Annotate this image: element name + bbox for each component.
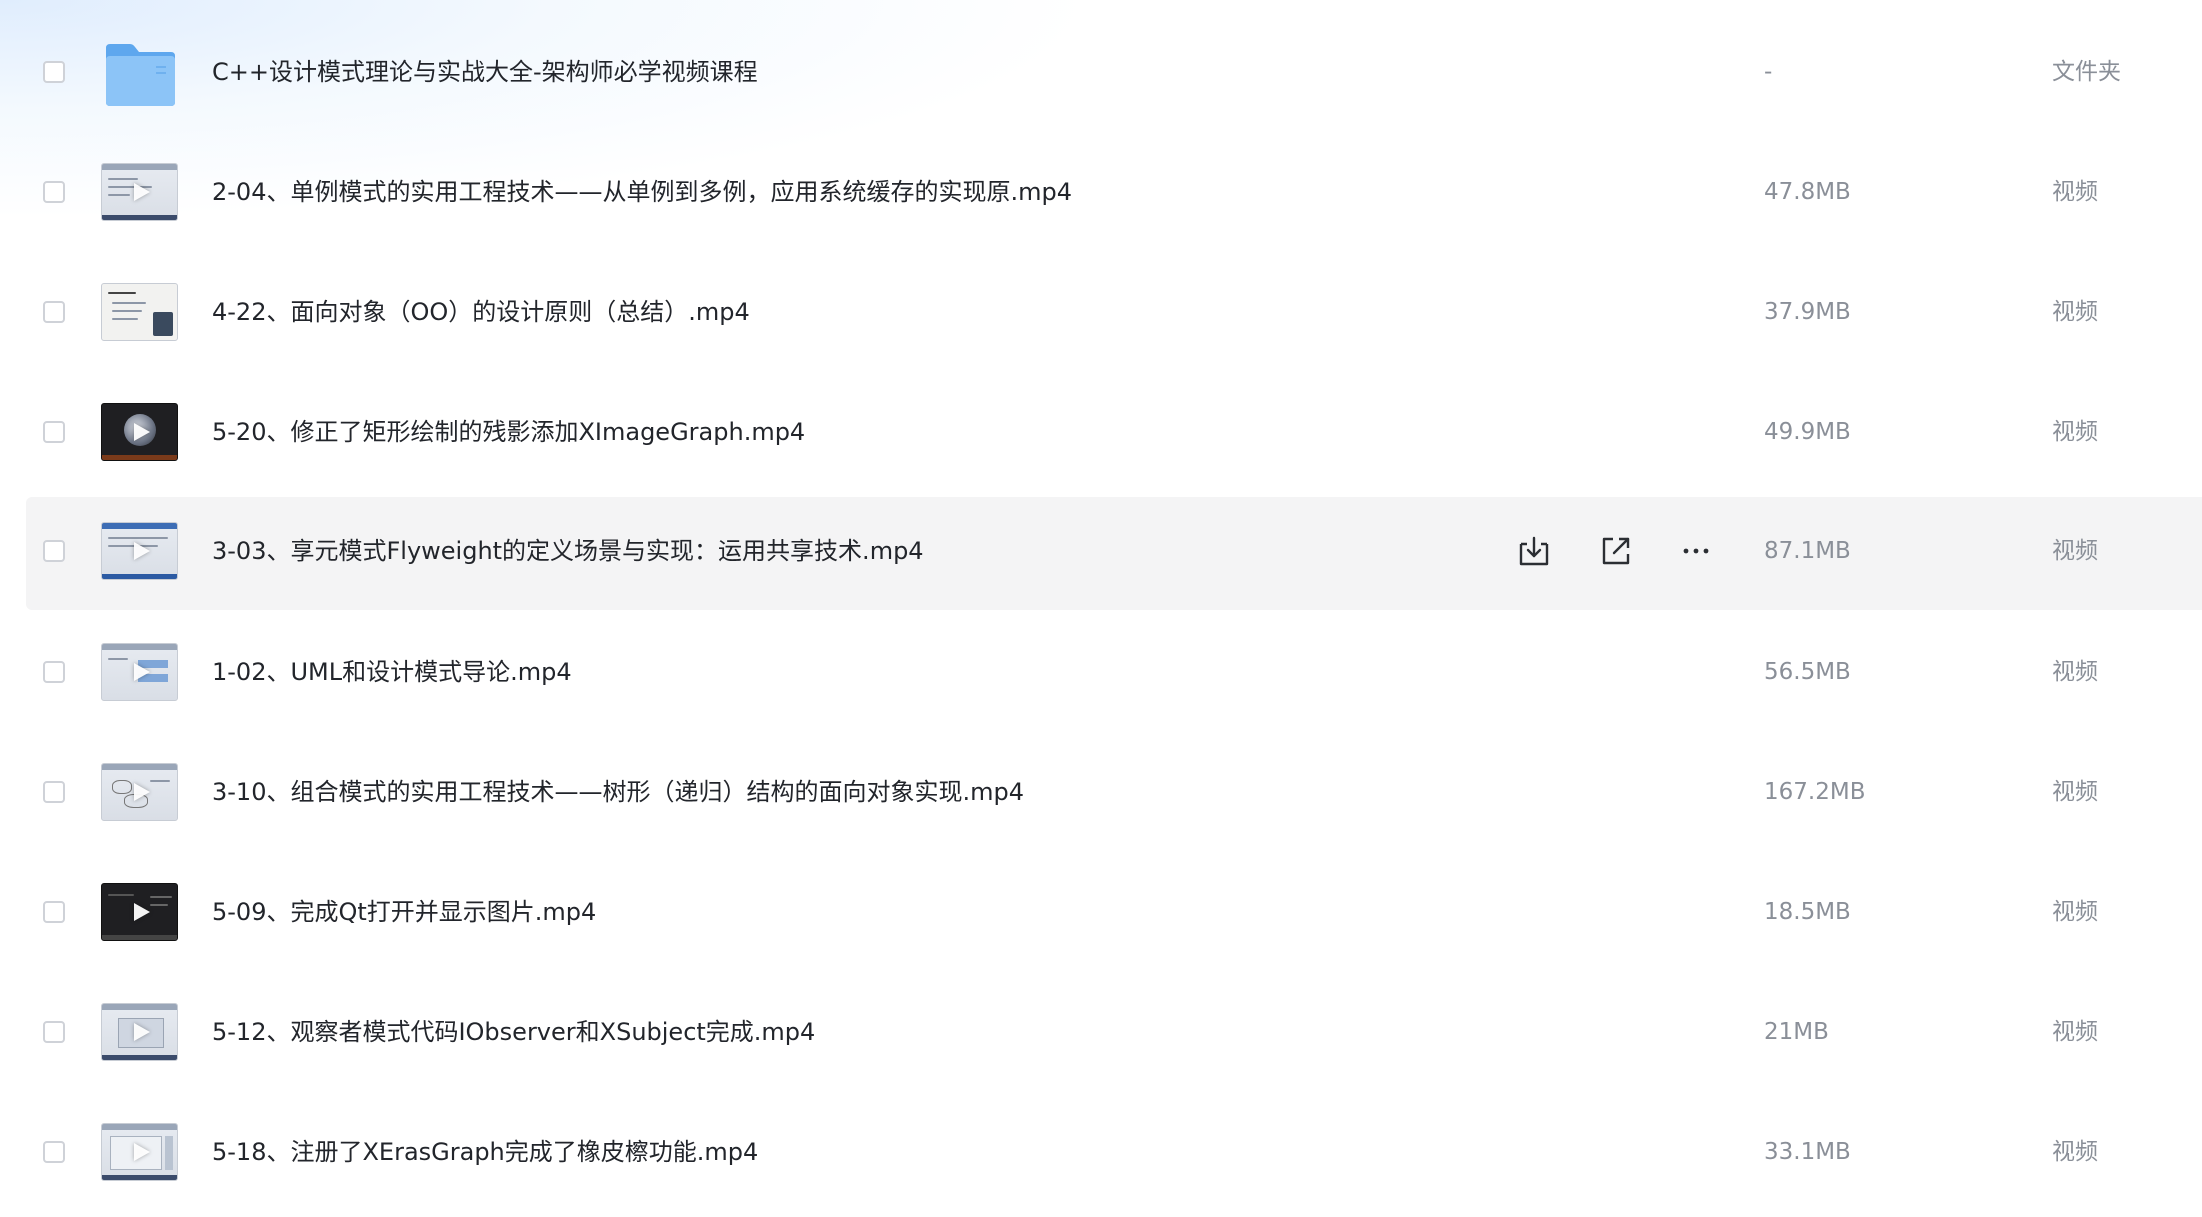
file-row[interactable]: 3-10、组合模式的实用工程技术——树形（递归）结构的面向对象实现.mp4 16… [26, 734, 2202, 854]
video-thumbnail[interactable] [101, 522, 178, 580]
row-checkbox[interactable] [43, 1021, 65, 1043]
row-checkbox[interactable] [43, 781, 65, 803]
play-icon [133, 423, 150, 441]
folder-icon [106, 44, 175, 106]
file-list: C++设计模式理论与实战大全-架构师必学视频课程 - 文件夹 2-04、单例模式… [0, 14, 2202, 1214]
file-name[interactable]: 3-03、享元模式Flyweight的定义场景与实现：运用共享技术.mp4 [212, 535, 924, 567]
file-row[interactable]: 2-04、单例模式的实用工程技术——从单例到多例，应用系统缓存的实现原.mp4 … [26, 134, 2202, 254]
file-row-hovered[interactable]: 3-03、享元模式Flyweight的定义场景与实现：运用共享技术.mp4 87… [26, 497, 2202, 610]
file-size: 33.1MB [1764, 1139, 1851, 1165]
file-row[interactable]: C++设计模式理论与实战大全-架构师必学视频课程 - 文件夹 [26, 14, 2202, 134]
file-name[interactable]: C++设计模式理论与实战大全-架构师必学视频课程 [212, 56, 758, 88]
row-checkbox[interactable] [43, 301, 65, 323]
file-type: 视频 [2052, 299, 2098, 325]
file-row[interactable]: 5-12、观察者模式代码IObserver和XSubject完成.mp4 21M… [26, 974, 2202, 1094]
file-type: 视频 [2052, 779, 2098, 805]
video-thumbnail[interactable] [101, 163, 178, 221]
video-thumbnail[interactable] [101, 883, 178, 941]
file-type: 视频 [2052, 1139, 2098, 1165]
row-checkbox[interactable] [43, 901, 65, 923]
file-size: 37.9MB [1764, 299, 1851, 325]
video-thumbnail[interactable] [101, 763, 178, 821]
row-checkbox[interactable] [43, 181, 65, 203]
row-checkbox[interactable] [43, 421, 65, 443]
share-button[interactable] [1598, 533, 1634, 569]
file-size: 167.2MB [1764, 779, 1866, 805]
file-name[interactable]: 1-02、UML和设计模式导论.mp4 [212, 656, 572, 688]
file-size: - [1764, 59, 1773, 85]
download-icon [1519, 536, 1549, 566]
video-thumbnail[interactable] [101, 403, 178, 461]
play-icon [133, 783, 150, 801]
video-thumbnail[interactable] [101, 643, 178, 701]
play-icon [133, 1023, 150, 1041]
file-size: 47.8MB [1764, 179, 1851, 205]
row-checkbox[interactable] [43, 540, 65, 562]
file-name[interactable]: 3-10、组合模式的实用工程技术——树形（递归）结构的面向对象实现.mp4 [212, 776, 1024, 808]
file-row[interactable]: 5-20、修正了矩形绘制的残影添加XImageGraph.mp4 49.9MB … [26, 374, 2202, 494]
file-type: 视频 [2052, 538, 2098, 564]
file-type: 文件夹 [2052, 59, 2121, 85]
play-icon [133, 542, 150, 560]
file-type: 视频 [2052, 419, 2098, 445]
file-name[interactable]: 5-09、完成Qt打开并显示图片.mp4 [212, 896, 596, 928]
row-checkbox[interactable] [43, 1141, 65, 1163]
file-type: 视频 [2052, 1019, 2098, 1045]
file-type: 视频 [2052, 899, 2098, 925]
play-icon [133, 1143, 150, 1161]
file-size: 18.5MB [1764, 899, 1851, 925]
file-name[interactable]: 5-18、注册了XErasGraph完成了橡皮檫功能.mp4 [212, 1136, 758, 1168]
file-size: 56.5MB [1764, 659, 1851, 685]
play-icon [133, 183, 150, 201]
video-thumbnail[interactable] [101, 1003, 178, 1061]
more-icon [1683, 548, 1709, 554]
more-button[interactable] [1678, 533, 1714, 569]
file-size: 87.1MB [1764, 538, 1851, 564]
file-name[interactable]: 5-12、观察者模式代码IObserver和XSubject完成.mp4 [212, 1016, 815, 1048]
file-type: 视频 [2052, 659, 2098, 685]
file-browser-page: C++设计模式理论与实战大全-架构师必学视频课程 - 文件夹 2-04、单例模式… [0, 0, 2202, 1217]
row-checkbox[interactable] [43, 61, 65, 83]
video-thumbnail[interactable] [101, 283, 178, 341]
play-icon [133, 663, 150, 681]
share-icon [1602, 537, 1630, 565]
file-row[interactable]: 5-18、注册了XErasGraph完成了橡皮檫功能.mp4 33.1MB 视频 [26, 1094, 2202, 1214]
file-name[interactable]: 4-22、面向对象（OO）的设计原则（总结）.mp4 [212, 296, 750, 328]
row-checkbox[interactable] [43, 661, 65, 683]
file-size: 49.9MB [1764, 419, 1851, 445]
play-icon [133, 903, 150, 921]
file-type: 视频 [2052, 179, 2098, 205]
download-button[interactable] [1516, 533, 1552, 569]
file-row[interactable]: 1-02、UML和设计模式导论.mp4 56.5MB 视频 [26, 614, 2202, 734]
file-size: 21MB [1764, 1019, 1829, 1045]
file-name[interactable]: 2-04、单例模式的实用工程技术——从单例到多例，应用系统缓存的实现原.mp4 [212, 176, 1072, 208]
video-thumbnail[interactable] [101, 1123, 178, 1181]
file-row[interactable]: 5-09、完成Qt打开并显示图片.mp4 18.5MB 视频 [26, 854, 2202, 974]
file-row[interactable]: 4-22、面向对象（OO）的设计原则（总结）.mp4 37.9MB 视频 [26, 254, 2202, 374]
file-name[interactable]: 5-20、修正了矩形绘制的残影添加XImageGraph.mp4 [212, 416, 805, 448]
